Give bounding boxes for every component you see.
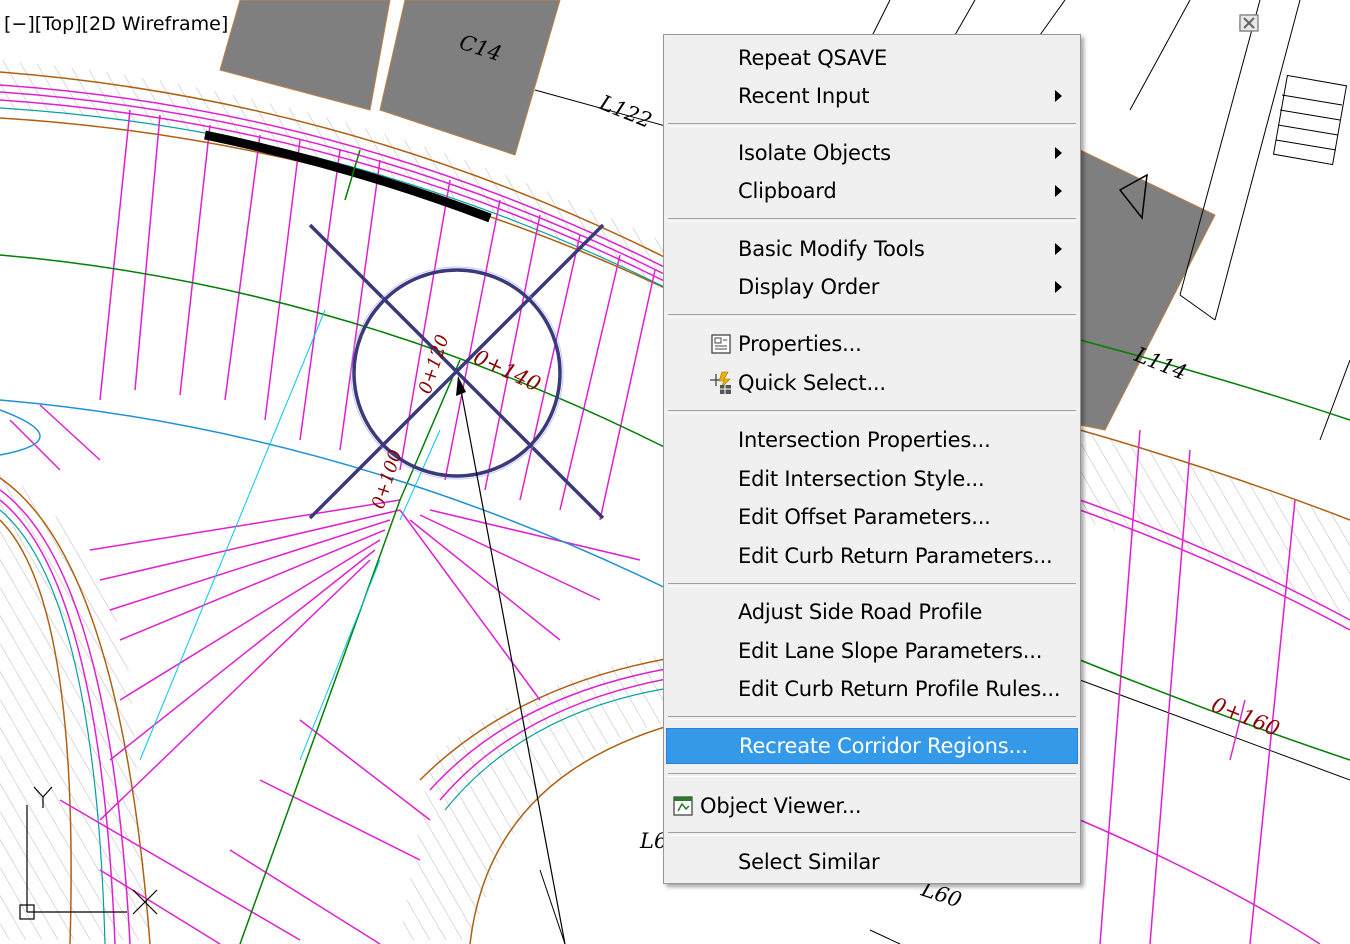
submenu-arrow-icon bbox=[1055, 243, 1062, 255]
stair-symbol bbox=[1272, 74, 1348, 166]
menu-item-adjust-side-road-profile[interactable]: Adjust Side Road Profile bbox=[666, 594, 1078, 630]
menu-item-object-viewer[interactable]: Object Viewer... bbox=[666, 788, 1078, 824]
menu-item-properties[interactable]: Properties... bbox=[666, 326, 1078, 362]
menu-separator bbox=[668, 773, 1076, 777]
menu-separator bbox=[668, 314, 1076, 318]
menu-item-edit-curb-return-profile-rules[interactable]: Edit Curb Return Profile Rules... bbox=[666, 671, 1078, 707]
menu-item-label: Select Similar bbox=[738, 850, 880, 874]
object-viewer-icon bbox=[670, 793, 696, 819]
label-l114: L114 bbox=[1130, 342, 1190, 385]
menu-item-label: Quick Select... bbox=[738, 371, 886, 395]
menu-separator bbox=[668, 410, 1076, 414]
menu-item-intersection-properties[interactable]: Intersection Properties... bbox=[666, 422, 1078, 458]
menu-item-label: Intersection Properties... bbox=[738, 428, 991, 452]
restore-button[interactable] bbox=[1239, 13, 1300, 35]
menu-item-label: Clipboard bbox=[738, 179, 837, 203]
properties-icon bbox=[708, 331, 734, 357]
menu-separator bbox=[668, 123, 1076, 127]
menu-item-recent-input[interactable]: Recent Input bbox=[666, 78, 1078, 114]
menu-item-clipboard[interactable]: Clipboard bbox=[666, 173, 1078, 209]
viewport-window-controls bbox=[1238, 13, 1336, 35]
hatch-sidewalk-bottom bbox=[400, 650, 680, 940]
menu-item-label: Properties... bbox=[738, 332, 862, 356]
building-parcel-right bbox=[1079, 149, 1216, 431]
menu-separator bbox=[668, 218, 1076, 222]
menu-item-repeat-qsave[interactable]: Repeat QSAVE bbox=[666, 40, 1078, 76]
intersection-marker bbox=[308, 223, 605, 520]
close-icon bbox=[1239, 14, 1259, 32]
menu-item-display-order[interactable]: Display Order bbox=[666, 269, 1078, 305]
station-label-0160: 0+160 bbox=[1208, 692, 1283, 741]
building-parcel-c14 bbox=[379, 0, 561, 156]
menu-item-basic-modify-tools[interactable]: Basic Modify Tools bbox=[666, 231, 1078, 267]
menu-item-isolate-objects[interactable]: Isolate Objects bbox=[666, 135, 1078, 171]
menu-item-label: Edit Curb Return Parameters... bbox=[738, 544, 1053, 568]
viewport-label[interactable]: [−][Top][2D Wireframe] bbox=[4, 12, 228, 36]
menu-separator bbox=[668, 832, 1076, 836]
submenu-arrow-icon bbox=[1055, 147, 1062, 159]
label-l122: L122 bbox=[595, 90, 655, 133]
menu-item-label: Display Order bbox=[738, 275, 880, 299]
menu-item-label: Adjust Side Road Profile bbox=[738, 600, 983, 624]
menu-item-label: Object Viewer... bbox=[700, 794, 862, 818]
quick-select-icon bbox=[708, 370, 734, 396]
menu-item-quick-select[interactable]: Quick Select... bbox=[666, 365, 1078, 401]
menu-item-label: Edit Offset Parameters... bbox=[738, 505, 991, 529]
menu-item-edit-lane-slope-parameters[interactable]: Edit Lane Slope Parameters... bbox=[666, 633, 1078, 669]
menu-item-label: Repeat QSAVE bbox=[738, 46, 888, 70]
submenu-arrow-icon bbox=[1055, 185, 1062, 197]
menu-item-edit-intersection-style[interactable]: Edit Intersection Style... bbox=[666, 461, 1078, 497]
building-parcel-1 bbox=[219, 0, 391, 111]
submenu-arrow-icon bbox=[1055, 90, 1062, 102]
menu-item-label: Recreate Corridor Regions... bbox=[739, 734, 1028, 758]
menu-item-label: Recent Input bbox=[738, 84, 870, 108]
menu-item-edit-offset-parameters[interactable]: Edit Offset Parameters... bbox=[666, 499, 1078, 535]
menu-item-edit-curb-return-parameters[interactable]: Edit Curb Return Parameters... bbox=[666, 538, 1078, 574]
menu-item-label: Edit Curb Return Profile Rules... bbox=[738, 677, 1061, 701]
hatch-sidewalk-left bbox=[0, 470, 150, 940]
menu-separator bbox=[668, 583, 1076, 587]
submenu-arrow-icon bbox=[1055, 281, 1062, 293]
context-menu: Repeat QSAVE Recent Input Isolate Object… bbox=[663, 34, 1081, 884]
close-button[interactable] bbox=[1239, 13, 1336, 35]
menu-item-label: Edit Lane Slope Parameters... bbox=[738, 639, 1043, 663]
menu-item-label: Edit Intersection Style... bbox=[738, 467, 985, 491]
menu-item-label: Isolate Objects bbox=[738, 141, 891, 165]
menu-item-recreate-corridor-regions[interactable]: Recreate Corridor Regions... bbox=[666, 728, 1078, 764]
menu-item-label: Basic Modify Tools bbox=[738, 237, 925, 261]
station-label-0140: 0+140 bbox=[470, 345, 545, 397]
menu-separator bbox=[668, 716, 1076, 720]
menu-item-select-similar[interactable]: Select Similar bbox=[666, 844, 1078, 880]
